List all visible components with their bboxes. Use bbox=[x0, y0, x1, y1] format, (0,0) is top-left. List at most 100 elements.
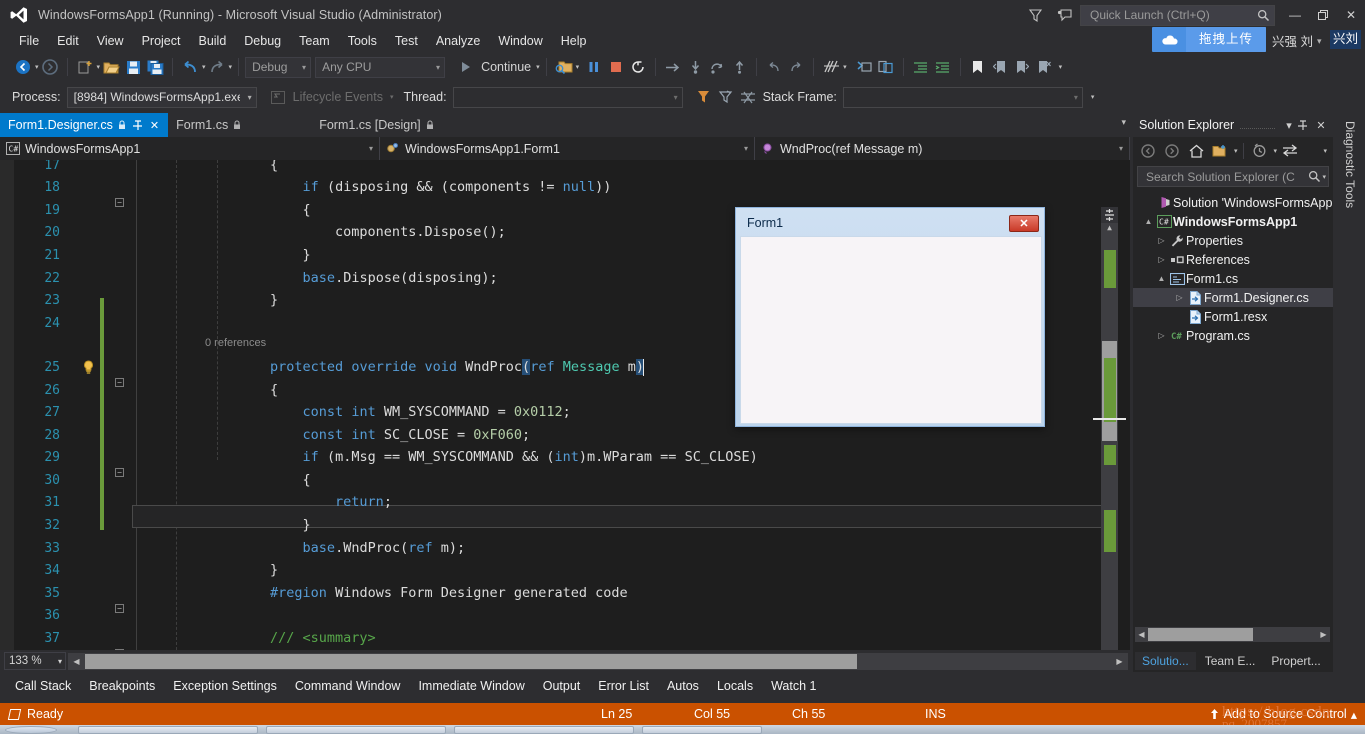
flag-filter-icon[interactable] bbox=[693, 85, 715, 109]
form1-title-bar[interactable]: Form1 ✕ bbox=[739, 211, 1041, 235]
process-chevron-icon[interactable]: ▾ bbox=[248, 93, 252, 102]
menu-help[interactable]: Help bbox=[552, 32, 596, 50]
close-button[interactable]: ✕ bbox=[1337, 0, 1365, 30]
increase-indent-button[interactable] bbox=[932, 55, 954, 79]
restore-button[interactable] bbox=[1309, 0, 1337, 30]
tree-item-references[interactable]: ▷ References bbox=[1133, 250, 1333, 269]
menu-view[interactable]: View bbox=[88, 32, 133, 50]
feedback-funnel-icon[interactable] bbox=[1020, 0, 1050, 30]
menu-file[interactable]: File bbox=[10, 32, 48, 50]
pending-changes-caret-icon[interactable]: ▾ bbox=[1274, 147, 1278, 155]
code-line-30[interactable]: 30 { bbox=[0, 469, 1130, 492]
tab-overflow-caret-icon[interactable]: ▾ bbox=[1121, 117, 1126, 128]
minimize-button[interactable]: — bbox=[1281, 0, 1309, 30]
thread-chevron-icon[interactable]: ▾ bbox=[674, 93, 678, 102]
solution-scroll-right-icon[interactable]: ▶ bbox=[1317, 627, 1330, 642]
account-caret-icon[interactable]: ▾ bbox=[1317, 36, 1322, 47]
undo-2-button[interactable] bbox=[763, 55, 785, 79]
tree-expander-form1-designer[interactable]: ▷ bbox=[1173, 293, 1186, 302]
stack-frame-chevron-icon[interactable]: ▾ bbox=[1074, 93, 1078, 102]
intellitrace-button[interactable] bbox=[820, 55, 842, 79]
zoom-caret-icon[interactable]: ▾ bbox=[58, 657, 65, 666]
account-badge[interactable]: 兴刘 bbox=[1330, 30, 1361, 49]
panel-pin-icon[interactable] bbox=[1297, 120, 1313, 131]
code-line-31[interactable]: 31 return; bbox=[0, 491, 1130, 514]
bottom-tab-output[interactable]: Output bbox=[534, 676, 590, 696]
pin-tab-icon[interactable] bbox=[131, 120, 144, 131]
menu-build[interactable]: Build bbox=[189, 32, 235, 50]
menu-project[interactable]: Project bbox=[133, 32, 190, 50]
status-notification-icon[interactable] bbox=[8, 709, 21, 720]
solution-search-input[interactable] bbox=[1144, 169, 1308, 185]
menu-tools[interactable]: Tools bbox=[339, 32, 386, 50]
attach-to-process-button[interactable] bbox=[553, 55, 575, 79]
home-icon[interactable] bbox=[1185, 140, 1207, 161]
navigate-back-icon[interactable] bbox=[1137, 140, 1159, 161]
stack-frame-combo[interactable]: ▾ bbox=[843, 87, 1083, 108]
continue-label[interactable]: Continue bbox=[481, 60, 531, 74]
bottom-tab-autos[interactable]: Autos bbox=[658, 676, 708, 696]
show-next-statement-button[interactable] bbox=[662, 55, 684, 79]
process-combo[interactable]: [8984] WindowsFormsApp1.exe ▾ bbox=[67, 87, 257, 108]
solution-scroll-left-icon[interactable]: ◀ bbox=[1135, 627, 1148, 642]
editor-horizontal-scrollbar[interactable]: ◀ ▶ bbox=[68, 653, 1128, 670]
code-line-34[interactable]: 34 } bbox=[0, 559, 1130, 582]
thread-combo[interactable]: ▾ bbox=[453, 87, 683, 108]
solution-search-icon[interactable] bbox=[1308, 170, 1321, 183]
form1-close-button[interactable]: ✕ bbox=[1009, 215, 1039, 232]
taskbar-start-button[interactable] bbox=[5, 726, 57, 734]
scroll-right-arrow-icon[interactable]: ▶ bbox=[1111, 653, 1128, 670]
previous-bookmark-button[interactable] bbox=[989, 55, 1011, 79]
next-bookmark-button[interactable] bbox=[1011, 55, 1033, 79]
bottom-tab-exception-settings[interactable]: Exception Settings bbox=[164, 676, 286, 696]
quick-launch-box[interactable] bbox=[1080, 5, 1275, 26]
split-view-control[interactable] bbox=[1101, 207, 1118, 223]
taskbar-item-3[interactable] bbox=[454, 726, 634, 734]
tree-expander-properties[interactable]: ▷ bbox=[1155, 236, 1168, 245]
bottom-tab-error-list[interactable]: Error List bbox=[589, 676, 658, 696]
show-all-files-icon[interactable] bbox=[1209, 140, 1231, 161]
bottom-tab-call-stack[interactable]: Call Stack bbox=[6, 676, 80, 696]
taskbar-item-2[interactable] bbox=[266, 726, 446, 734]
solution-scroll-thumb[interactable] bbox=[1148, 628, 1253, 641]
redo-button[interactable] bbox=[206, 55, 228, 79]
source-control-caret-icon[interactable]: ▴ bbox=[1351, 707, 1357, 722]
navigate-forward-button[interactable] bbox=[39, 55, 61, 79]
nav-member-caret-icon[interactable]: ▾ bbox=[1119, 144, 1123, 153]
toggle-bookmark-button[interactable] bbox=[967, 55, 989, 79]
show-all-files-caret-icon[interactable]: ▾ bbox=[1234, 147, 1238, 155]
open-file-button[interactable] bbox=[100, 55, 122, 79]
tree-item-properties[interactable]: ▷ Properties bbox=[1133, 231, 1333, 250]
new-project-button[interactable] bbox=[74, 55, 96, 79]
nav-member-dropdown[interactable]: WndProc(ref Message m) ▾ bbox=[755, 137, 1130, 160]
bottom-tab-immediate-window[interactable]: Immediate Window bbox=[409, 676, 533, 696]
solution-search-box[interactable]: ▾ bbox=[1137, 166, 1329, 187]
panel-close-icon[interactable]: ✕ bbox=[1313, 119, 1329, 132]
horizontal-scroll-thumb[interactable] bbox=[85, 654, 857, 669]
chevron-down-icon-2[interactable]: ▾ bbox=[430, 63, 440, 72]
bottom-tab-locals[interactable]: Locals bbox=[708, 676, 762, 696]
form1-window[interactable]: Form1 ✕ bbox=[735, 207, 1045, 427]
uncomment-selection-button[interactable] bbox=[875, 55, 897, 79]
account-name[interactable]: 兴强 刘 bbox=[1272, 31, 1313, 50]
taskbar-item-1[interactable] bbox=[78, 726, 258, 734]
quick-launch-input[interactable] bbox=[1088, 7, 1257, 23]
code-line-29[interactable]: 29 − if (m.Msg == WM_SYSCOMMAND && (int)… bbox=[0, 446, 1130, 469]
zoom-level-combo[interactable]: 133 % ▾ bbox=[4, 652, 66, 670]
solution-search-caret-icon[interactable]: ▾ bbox=[1322, 173, 1326, 181]
tab-form1-design[interactable]: Form1.cs [Design] bbox=[311, 113, 441, 137]
solution-toolbar-overflow-icon[interactable]: ▾ bbox=[1323, 147, 1327, 155]
lightbulb-icon[interactable] bbox=[82, 360, 96, 375]
code-line-35[interactable]: 35 − #region Windows Form Designer gener… bbox=[0, 582, 1130, 605]
code-line-33[interactable]: 33 base.WndProc(ref m); bbox=[0, 537, 1130, 560]
code-line-32[interactable]: 32 } bbox=[0, 514, 1130, 537]
solution-platform-combo[interactable]: Any CPU ▾ bbox=[315, 57, 445, 78]
break-all-button[interactable] bbox=[583, 55, 605, 79]
bottom-tab-watch-1[interactable]: Watch 1 bbox=[762, 676, 825, 696]
nav-type-caret-icon[interactable]: ▾ bbox=[744, 144, 748, 153]
taskbar-item-4[interactable] bbox=[642, 726, 762, 734]
tree-item-form1-cs[interactable]: ▲ Form1.cs bbox=[1133, 269, 1333, 288]
diagnostic-tools-tab[interactable]: Diagnostic Tools bbox=[1336, 113, 1365, 373]
tab-form1-designer-cs[interactable]: Form1.Designer.cs ✕ bbox=[0, 113, 168, 137]
panel-menu-caret-icon[interactable]: ▾ bbox=[1281, 119, 1297, 132]
